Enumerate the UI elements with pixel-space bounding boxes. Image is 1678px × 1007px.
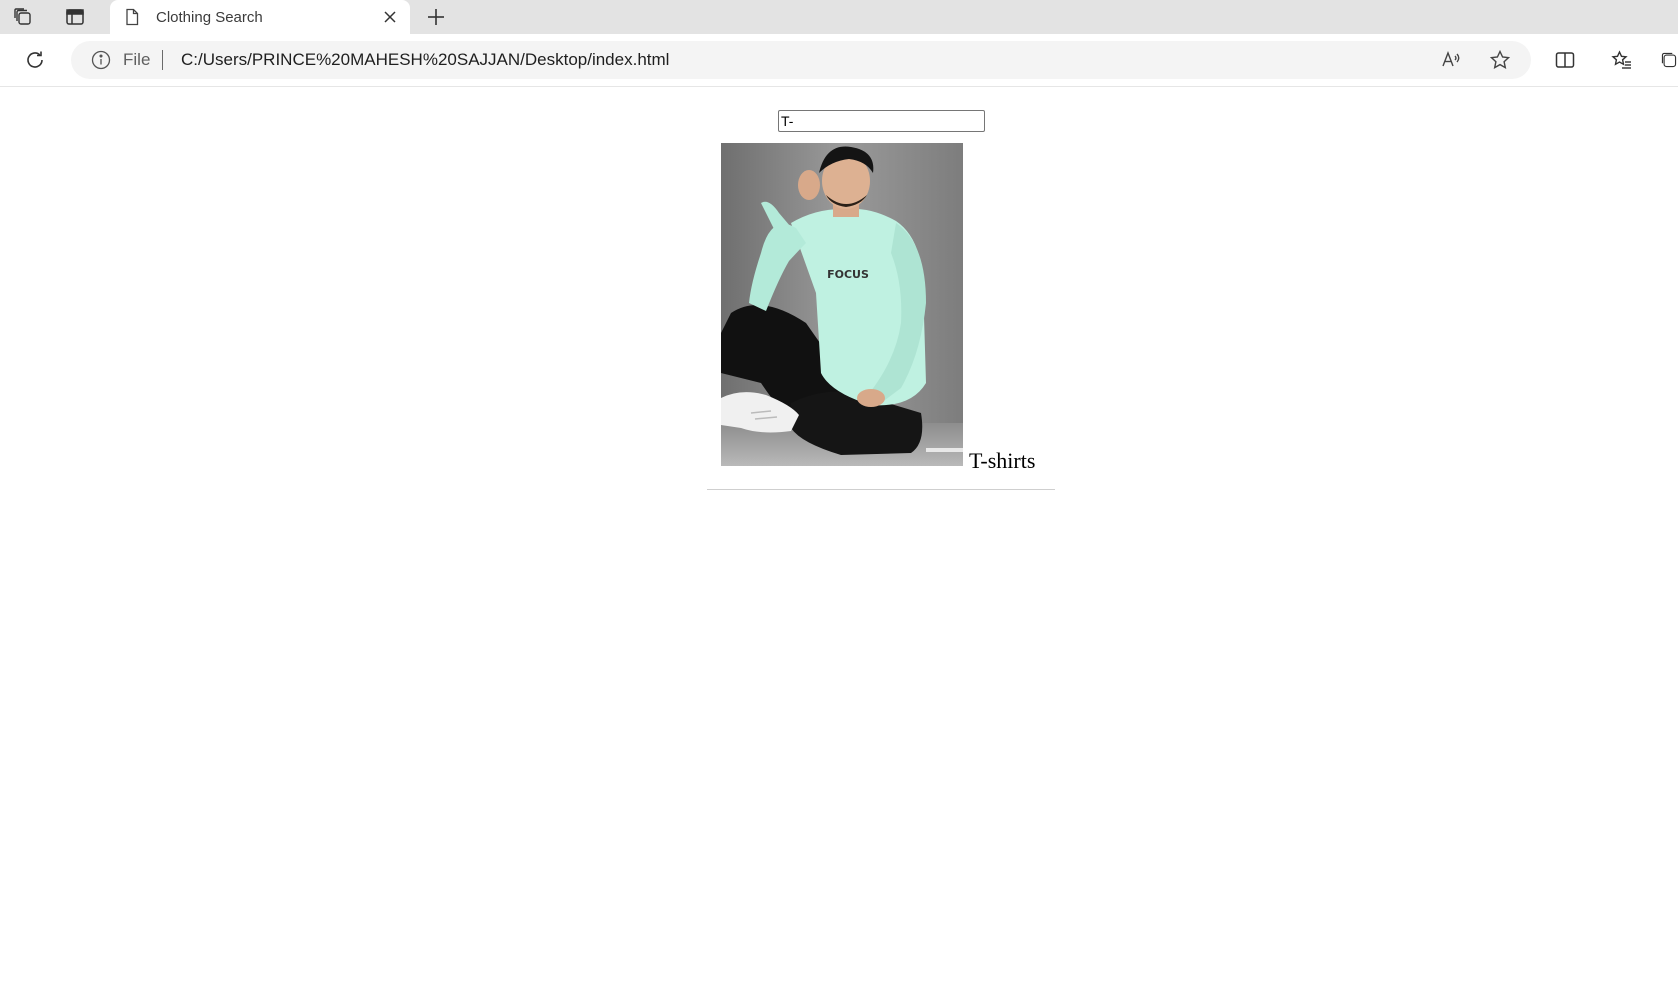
tab-clothing-search[interactable]: Clothing Search — [110, 0, 410, 34]
result-item: FOCUS T-shirts — [707, 143, 1055, 490]
browser-toolbar: File C:/Users/PRINCE%20MAHESH%20SAJJAN/D… — [0, 34, 1678, 87]
scheme-label: File — [123, 50, 151, 69]
workspaces-button[interactable] — [5, 4, 41, 30]
favorite-star-icon[interactable] — [1489, 49, 1511, 71]
vertical-tabs-button[interactable] — [57, 4, 93, 30]
product-name: T-shirts — [969, 448, 1036, 473]
page-icon — [122, 7, 142, 27]
favorites-icon[interactable] — [1609, 47, 1635, 73]
new-tab-icon — [426, 7, 446, 27]
read-aloud-icon[interactable] — [1440, 49, 1462, 71]
product-image: FOCUS — [721, 143, 963, 466]
new-tab-button[interactable] — [420, 4, 452, 30]
address-separator — [162, 50, 163, 70]
workspaces-icon — [12, 6, 34, 28]
reload-icon — [24, 49, 46, 71]
url-text[interactable]: C:/Users/PRINCE%20MAHESH%20SAJJAN/Deskto… — [181, 50, 669, 70]
split-screen-icon[interactable] — [1552, 47, 1578, 73]
close-icon[interactable] — [380, 7, 400, 27]
info-icon[interactable] — [91, 50, 111, 70]
browser-tab-strip: Clothing Search — [0, 0, 1678, 34]
vertical-tabs-icon — [64, 6, 86, 28]
reload-button[interactable] — [20, 46, 50, 74]
address-bar[interactable]: File C:/Users/PRINCE%20MAHESH%20SAJJAN/D… — [71, 41, 1531, 79]
collections-icon[interactable] — [1660, 47, 1678, 73]
page-content: FOCUS T-shirts — [0, 87, 1678, 1007]
search-input[interactable] — [778, 110, 985, 132]
tab-title: Clothing Search — [156, 9, 263, 26]
shirt-print: FOCUS — [827, 268, 869, 281]
